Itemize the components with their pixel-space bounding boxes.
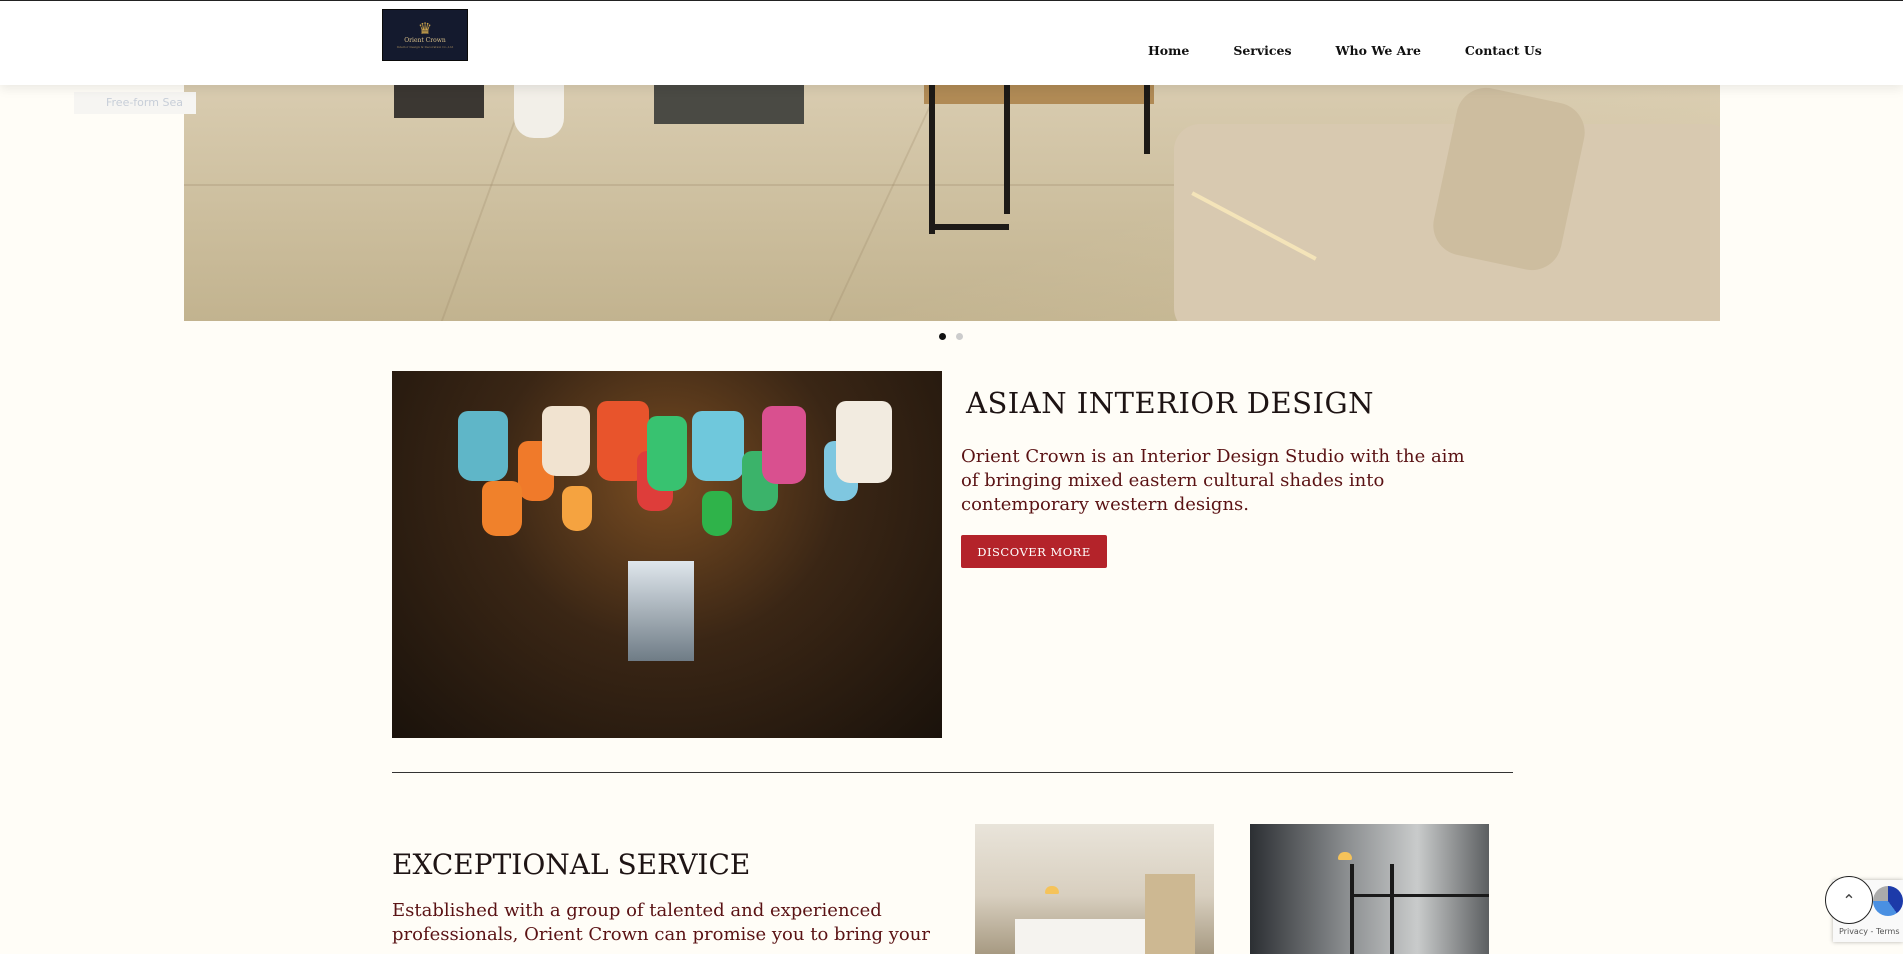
nav-contact-us[interactable]: Contact Us [1465,43,1542,58]
bed-shape [1015,919,1155,954]
bedroom-thumbnail-image [975,824,1214,954]
lantern [647,416,687,491]
table-top [924,84,1154,104]
slider-dot[interactable] [956,333,963,340]
chevron-up-icon: ⌃ [1842,890,1856,910]
curtain-shape [1145,874,1195,954]
nav-services[interactable]: Services [1233,43,1291,58]
table-leg [1004,84,1010,214]
section-divider [392,772,1513,773]
slider-dot[interactable] [939,333,946,340]
crown-icon: ♛ [417,18,433,38]
lantern [562,486,592,531]
lantern [692,411,744,481]
window-frame [1350,864,1354,954]
nav-home[interactable]: Home [1148,43,1189,58]
window-frame [1390,864,1394,954]
lantern [836,401,892,483]
lantern [542,406,590,476]
slider-dots [939,333,963,340]
table-leg [1144,84,1150,154]
floor-line [828,84,942,321]
corridor-opening [628,561,694,661]
plant-pot [514,84,564,138]
lantern [458,411,508,481]
feature-title: ASIAN INTERIOR DESIGN [966,386,1375,420]
overlay-ghost-text: Free-form Sea [74,92,196,114]
nav-who-we-are[interactable]: Who We Are [1336,43,1421,58]
table-leg [929,224,1009,230]
service-description: Established with a group of talented and… [392,900,930,945]
logo-brand-name: Orient Crown [404,36,446,44]
logo-tagline: Interior Design & Decoration Co.,Ltd [396,44,454,49]
lantern [702,491,732,536]
site-header: ♛ Orient Crown Interior Design & Decorat… [0,0,1903,85]
hero-slide-image [184,84,1720,321]
table-leg [929,84,935,234]
lamp-shape [1338,852,1352,860]
feature-description: Orient Crown is an Interior Design Studi… [961,446,1465,515]
lantern [762,406,806,484]
furniture-shape [654,84,804,124]
office-thumbnail-image [1250,824,1489,954]
lantern-corridor-image [392,371,942,738]
main-nav: Home Services Who We Are Contact Us [1148,43,1542,58]
scroll-to-top-button[interactable]: ⌃ [1825,876,1873,924]
service-title: EXCEPTIONAL SERVICE [392,848,751,881]
lamp-shape [1045,886,1059,894]
brand-logo[interactable]: ♛ Orient Crown Interior Design & Decorat… [382,9,468,61]
window-frame [1350,894,1489,897]
recaptcha-icon [1873,886,1903,916]
recaptcha-terms[interactable]: Privacy - Terms [1839,927,1900,936]
lantern [482,481,522,536]
discover-more-button[interactable]: DISCOVER MORE [961,535,1107,568]
furniture-shape [394,84,484,118]
